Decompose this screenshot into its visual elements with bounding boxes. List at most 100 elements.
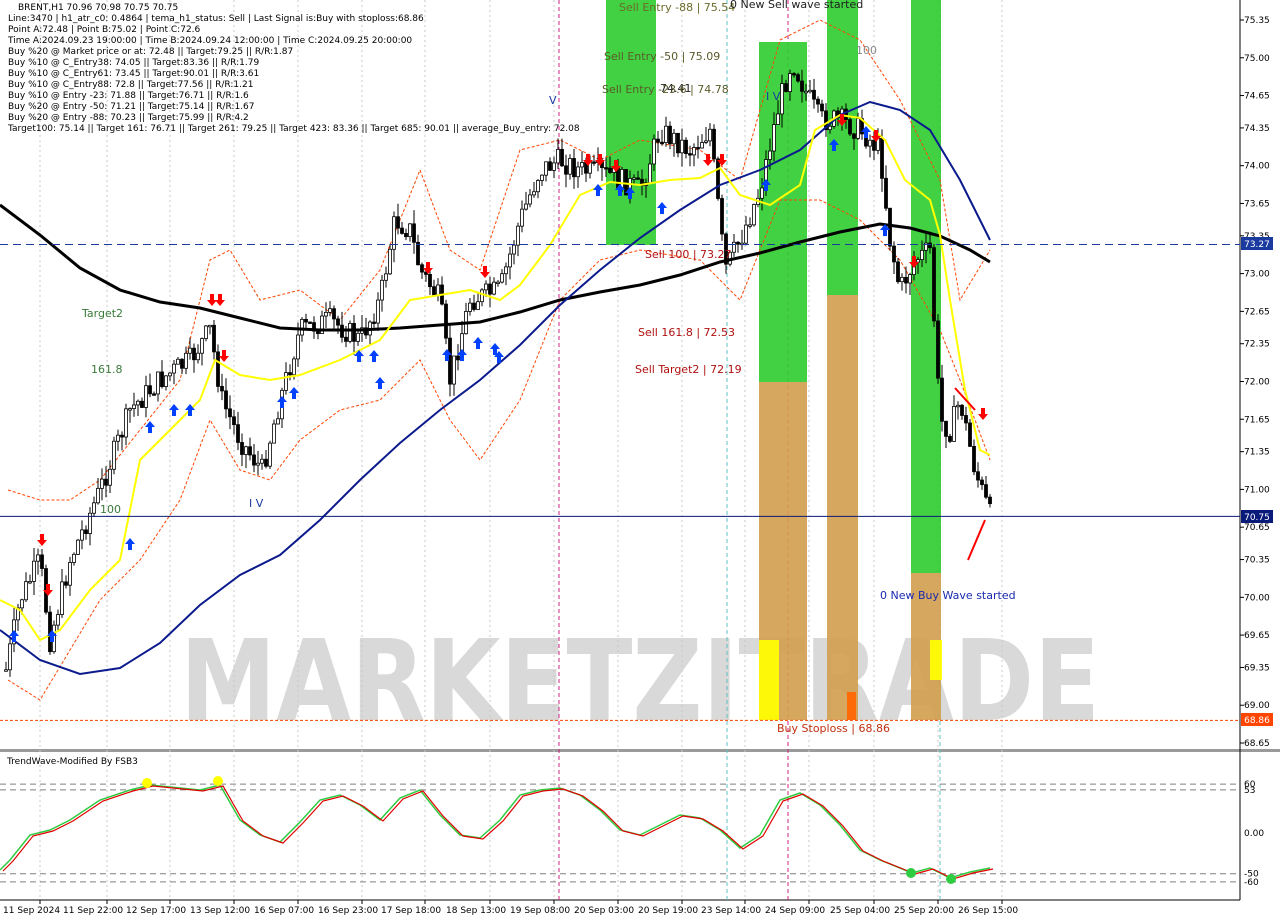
candle-bull xyxy=(580,162,584,168)
candle-bull xyxy=(956,404,960,408)
time-tick-label: 16 Sep 07:00 xyxy=(254,906,314,916)
candle-bull xyxy=(752,204,756,226)
candle-bear xyxy=(308,321,312,324)
candle-bear xyxy=(608,167,612,173)
candle-bear xyxy=(848,119,852,135)
annot-wave-iv-bottom: I V xyxy=(249,497,264,510)
annot-sell-entry-88: Sell Entry -88 | 75.54 xyxy=(619,1,735,14)
indicator-tick-label: 0.00 xyxy=(1244,829,1264,839)
time-tick-label: 13 Sep 12:00 xyxy=(190,906,250,916)
candle-bull xyxy=(544,161,548,176)
candle-bear xyxy=(444,303,448,339)
candle-bear xyxy=(412,223,416,243)
candle-bull xyxy=(172,363,176,374)
candle-bull xyxy=(480,289,484,303)
candle-bear xyxy=(884,177,888,209)
candle-bear xyxy=(152,393,156,396)
time-tick-label: 25 Sep 20:00 xyxy=(894,906,954,916)
candle-bull xyxy=(60,581,64,615)
time-tick-label: 16 Sep 23:00 xyxy=(318,906,378,916)
candle-bear xyxy=(232,416,236,426)
candle-bull xyxy=(828,125,832,131)
candle-bear xyxy=(852,133,856,139)
candle-bear xyxy=(216,351,220,387)
time-tick-label: 11 Sep 22:00 xyxy=(63,906,123,916)
candle-bull xyxy=(244,446,248,455)
candle-bull xyxy=(952,405,956,442)
candle-bear xyxy=(668,125,672,145)
candle-bull xyxy=(328,308,332,313)
candle-bull xyxy=(156,371,160,395)
indicator-pane[interactable] xyxy=(0,752,1240,900)
candle-bear xyxy=(688,153,692,156)
candle-bear xyxy=(344,336,348,342)
candle-bull xyxy=(664,125,668,143)
candle-bull xyxy=(496,281,500,285)
candle-bear xyxy=(880,137,884,179)
wave-dot xyxy=(946,874,956,884)
candle-bear xyxy=(120,434,124,438)
price-tick-label: 74.65 xyxy=(1244,92,1270,102)
price-tick-label: 70.35 xyxy=(1244,556,1270,566)
candle-bear xyxy=(228,408,232,418)
candle-bear xyxy=(592,161,596,164)
candle-bear xyxy=(316,330,320,335)
candle-bear xyxy=(796,74,800,82)
candle-bull xyxy=(196,352,200,361)
candle-bull xyxy=(632,177,636,180)
candle-bull xyxy=(116,434,120,442)
zone-block xyxy=(827,0,858,295)
candle-bull xyxy=(468,302,472,312)
candle-bull xyxy=(268,442,272,467)
candle-bear xyxy=(872,139,876,151)
symbol-line: BRENT,H1 70.96 70.98 70.75 70.75 xyxy=(18,3,179,13)
time-tick-label: 20 Sep 03:00 xyxy=(574,906,634,916)
info-panel: BRENT,H1 70.96 70.98 70.75 70.75 Line:34… xyxy=(8,3,608,135)
candle-bull xyxy=(80,529,84,541)
candle-bear xyxy=(304,318,308,323)
wave-dot xyxy=(142,778,152,788)
candle-bull xyxy=(92,502,96,514)
candle-bear xyxy=(448,337,452,385)
candle-bull xyxy=(532,191,536,196)
candle-bull xyxy=(868,139,872,147)
candle-bear xyxy=(616,167,620,189)
candle-bull xyxy=(528,194,532,205)
candle-bear xyxy=(928,242,932,249)
candle-bull xyxy=(384,273,388,281)
candle-bear xyxy=(548,161,552,171)
annot-sell-entry-50: Sell Entry -50 | 75.09 xyxy=(604,50,720,63)
price-tick-label: 72.35 xyxy=(1244,340,1270,350)
candle-bull xyxy=(508,253,512,268)
price-tick-label: 73.65 xyxy=(1244,199,1270,209)
candle-bear xyxy=(420,264,424,273)
candle-bear xyxy=(236,424,240,443)
zone-block xyxy=(759,640,779,720)
candle-bull xyxy=(36,554,40,562)
candle-bull xyxy=(916,259,920,263)
time-tick-label: 24 Sep 09:00 xyxy=(765,906,825,916)
candle-bull xyxy=(556,149,560,164)
price-tick-label: 75.35 xyxy=(1244,16,1270,26)
candle-bear xyxy=(656,138,660,143)
candle-bear xyxy=(192,347,196,361)
candle-bull xyxy=(908,274,912,284)
price-tick-label: 74.00 xyxy=(1244,162,1270,172)
candle-bear xyxy=(696,147,700,150)
info-line-5: Buy %10 @ C_Entry38: 74.05 || Target:83.… xyxy=(8,58,260,68)
candle-bull xyxy=(292,358,296,376)
candle-bull xyxy=(492,281,496,295)
candle-bear xyxy=(332,308,336,320)
candle-bull xyxy=(284,372,288,391)
info-line-7: Buy %10 @ C_Entry88: 72.8 || Target:77.5… xyxy=(8,80,254,90)
candle-bear xyxy=(984,484,988,498)
candle-bear xyxy=(64,581,68,586)
candle-bull xyxy=(476,301,480,310)
candle-bull xyxy=(704,140,708,143)
candle-bull xyxy=(772,124,776,152)
indicator-tick-label: -60 xyxy=(1244,878,1259,888)
time-tick-label: 25 Sep 04:00 xyxy=(830,906,890,916)
candle-bull xyxy=(744,224,748,244)
candle-bull xyxy=(536,180,540,193)
chart-canvas[interactable]: MARKETZITRADE 75.35 75.00 74.65 74.35 74.00 7… xyxy=(0,0,1280,920)
